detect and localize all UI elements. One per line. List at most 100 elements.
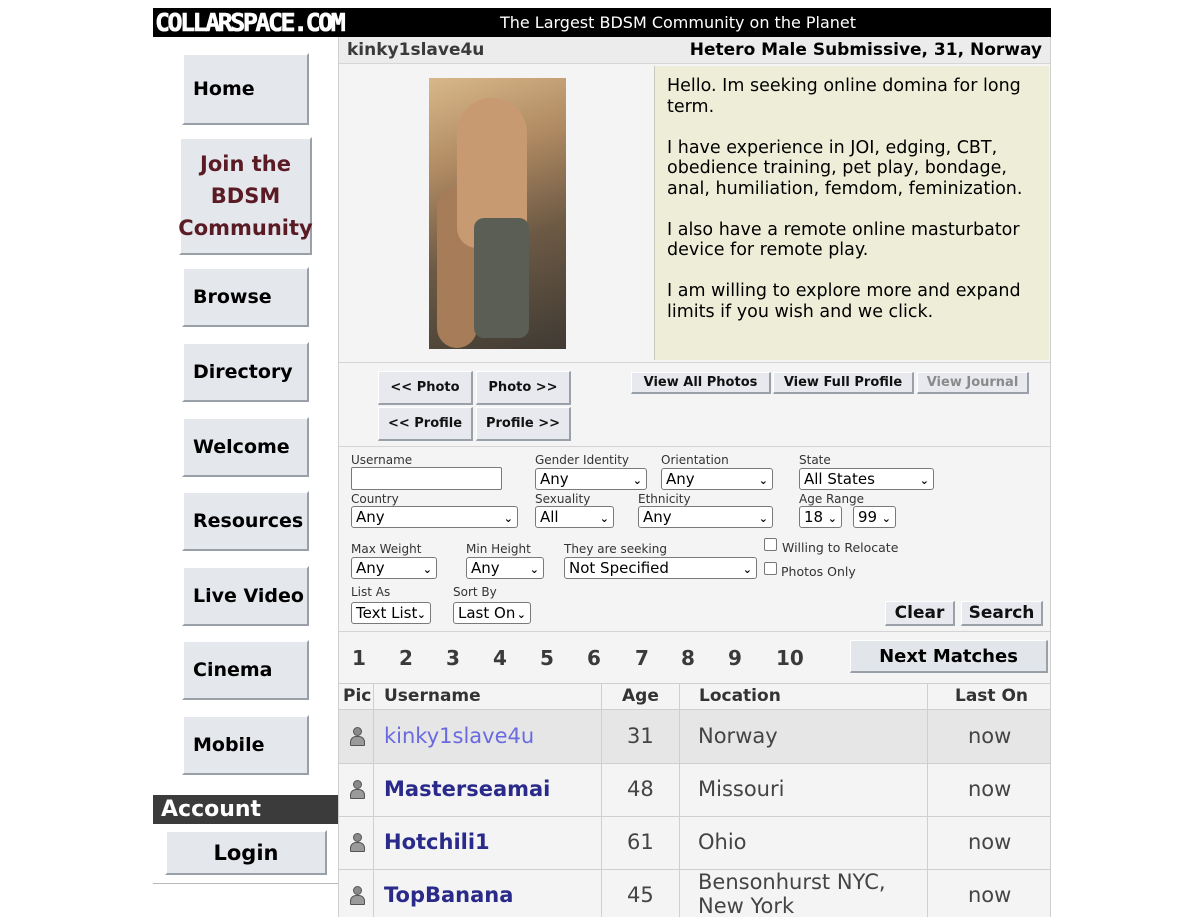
page-link-8[interactable]: 8	[681, 646, 695, 670]
table-row[interactable]: TopBanana 45 Bensonhurst NYC, New York n…	[339, 870, 1050, 917]
row-username[interactable]: Hotchili1	[384, 830, 490, 854]
table-row[interactable]: Hotchili1 61 Ohio now	[339, 817, 1050, 870]
nav-mobile[interactable]: Mobile	[182, 715, 309, 775]
row-username[interactable]: kinky1slave4u	[384, 724, 534, 748]
orientation-label: Orientation	[661, 453, 729, 467]
site-logo[interactable]: COLLARSPACE.COM	[155, 8, 346, 38]
page-link-3[interactable]: 3	[446, 646, 460, 670]
row-location: Norway	[698, 724, 778, 748]
row-location: Ohio	[698, 830, 747, 854]
profile-summary: Hetero Male Submissive, 31, Norway	[689, 40, 1042, 60]
clear-button[interactable]: Clear	[885, 601, 955, 626]
chevron-down-icon: ⌄	[416, 608, 426, 621]
willing-to-relocate-checkbox[interactable]	[764, 538, 777, 551]
chevron-down-icon: ⌄	[632, 474, 642, 487]
chevron-down-icon: ⌄	[529, 563, 539, 576]
page-link-9[interactable]: 9	[728, 646, 742, 670]
site-tagline: The Largest BDSM Community on the Planet	[499, 13, 857, 32]
divider	[339, 446, 1050, 447]
table-row[interactable]: Masterseamai 48 Missouri now	[339, 764, 1050, 817]
nav-cinema[interactable]: Cinema	[182, 640, 309, 700]
table-column-rule	[679, 683, 680, 917]
nav-browse[interactable]: Browse	[182, 267, 309, 327]
ethnicity-select[interactable]: Any ⌄	[638, 506, 773, 528]
age-max-select[interactable]: 99 ⌄	[853, 506, 896, 528]
max-weight-select[interactable]: Any ⌄	[351, 557, 437, 579]
chevron-down-icon: ⌄	[599, 512, 609, 525]
row-username[interactable]: TopBanana	[384, 883, 513, 907]
site-header: COLLARSPACE.COM The Largest BDSM Communi…	[153, 8, 1051, 37]
chevron-down-icon: ⌄	[881, 512, 891, 525]
join-line-3: Community	[178, 216, 313, 240]
row-location: Bensonhurst NYC, New York	[698, 870, 886, 917]
chevron-down-icon: ⌄	[758, 474, 768, 487]
nav-resources[interactable]: Resources	[182, 491, 309, 551]
view-all-photos-button[interactable]: View All Photos	[631, 372, 771, 394]
photos-only-label: Photos Only	[781, 564, 856, 579]
list-as-select[interactable]: Text List ⌄	[351, 602, 431, 624]
chevron-down-icon: ⌄	[422, 563, 432, 576]
min-height-select[interactable]: Any ⌄	[466, 557, 544, 579]
profile-photo[interactable]	[429, 78, 566, 349]
gender-select[interactable]: Any ⌄	[535, 468, 647, 490]
page-link-4[interactable]: 4	[493, 646, 507, 670]
divider	[339, 631, 1050, 632]
profile-username[interactable]: kinky1slave4u	[347, 40, 484, 60]
col-header-pic: Pic	[343, 686, 372, 706]
next-matches-button[interactable]: Next Matches	[850, 640, 1048, 673]
col-header-last-on[interactable]: Last On	[955, 683, 1028, 709]
page-link-10[interactable]: 10	[776, 646, 804, 670]
row-username[interactable]: Masterseamai	[384, 777, 550, 801]
nav-join-community[interactable]: Join the BDSM Community	[178, 137, 313, 255]
username-label: Username	[351, 453, 413, 467]
row-location-line-1: Bensonhurst NYC,	[698, 870, 886, 894]
prev-photo-button[interactable]: << Photo	[378, 371, 473, 405]
user-silhouette-icon	[349, 727, 365, 747]
age-range-label: Age Range	[799, 492, 865, 506]
profile-header-bar: kinky1slave4u Hetero Male Submissive, 31…	[339, 37, 1050, 64]
nav-live-video[interactable]: Live Video	[182, 566, 309, 626]
chevron-down-icon: ⌄	[758, 512, 768, 525]
profile-bio: Hello. Im seeking online domina for long…	[654, 66, 1049, 360]
age-min-select[interactable]: 18 ⌄	[799, 506, 842, 528]
chevron-down-icon: ⌄	[742, 563, 752, 576]
search-button[interactable]: Search	[961, 601, 1043, 626]
sort-by-select[interactable]: Last On ⌄	[453, 602, 531, 624]
next-profile-button[interactable]: Profile >>	[476, 407, 571, 441]
table-row[interactable]: kinky1slave4u 31 Norway now	[339, 710, 1050, 763]
main-panel: kinky1slave4u Hetero Male Submissive, 31…	[338, 37, 1051, 917]
account-section-title: Account	[153, 795, 338, 824]
photos-only-checkbox[interactable]	[764, 562, 777, 575]
view-journal-button[interactable]: View Journal	[917, 372, 1029, 394]
bio-paragraph: I also have a remote online masturbator …	[667, 219, 1020, 261]
photo-figure-cloth	[474, 218, 529, 338]
prev-profile-button[interactable]: << Profile	[378, 407, 473, 441]
min-height-label: Min Height	[466, 542, 531, 556]
page-link-6[interactable]: 6	[587, 646, 601, 670]
page-link-7[interactable]: 7	[635, 646, 649, 670]
col-header-age[interactable]: Age	[622, 683, 659, 709]
page-link-5[interactable]: 5	[540, 646, 554, 670]
username-search-input[interactable]	[351, 467, 502, 490]
country-select[interactable]: Any ⌄	[351, 506, 518, 528]
orientation-select[interactable]: Any ⌄	[661, 468, 773, 490]
ethnicity-label: Ethnicity	[638, 492, 691, 506]
join-line-2: BDSM	[210, 184, 281, 208]
seeking-select[interactable]: Not Specified ⌄	[564, 557, 757, 579]
sexuality-select[interactable]: All ⌄	[535, 506, 614, 528]
next-photo-button[interactable]: Photo >>	[476, 371, 571, 405]
login-button[interactable]: Login	[165, 830, 327, 875]
page-link-2[interactable]: 2	[399, 646, 413, 670]
bio-paragraph: I am willing to explore more and expand …	[667, 281, 1021, 322]
col-header-username[interactable]: Username	[384, 683, 481, 709]
page-link-1[interactable]: 1	[352, 646, 366, 670]
willing-to-relocate-label: Willing to Relocate	[782, 540, 899, 555]
nav-directory[interactable]: Directory	[182, 342, 309, 402]
view-full-profile-button[interactable]: View Full Profile	[773, 372, 914, 394]
state-select[interactable]: All States ⌄	[799, 468, 934, 490]
nav-welcome[interactable]: Welcome	[182, 417, 309, 477]
nav-home[interactable]: Home	[182, 53, 309, 125]
col-header-location[interactable]: Location	[699, 683, 781, 709]
row-last-on: now	[968, 724, 1012, 748]
row-age: 31	[627, 724, 654, 748]
